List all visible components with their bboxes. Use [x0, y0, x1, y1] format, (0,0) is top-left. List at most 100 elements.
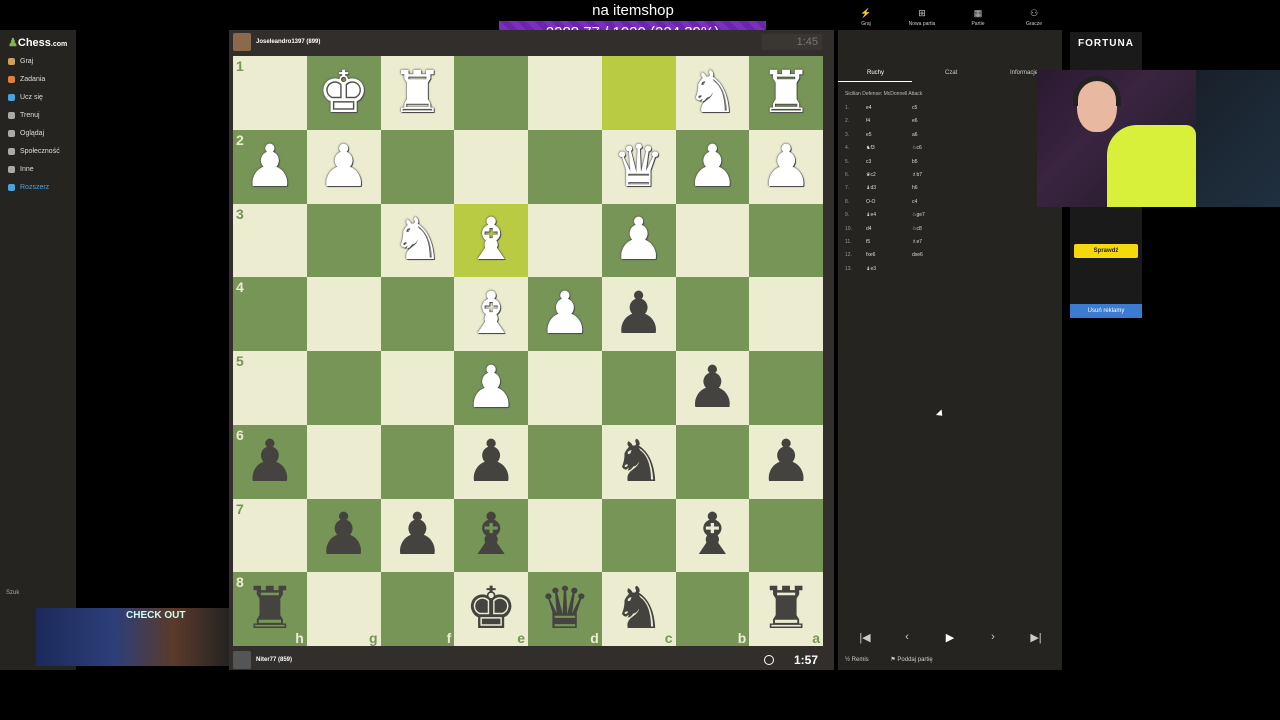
board-square[interactable]: e ♚ [454, 572, 528, 646]
play-icon[interactable]: ▶ [935, 631, 965, 647]
black-pawn-icon[interactable]: ♟ [613, 285, 665, 343]
board-square[interactable]: ♝ [454, 498, 528, 573]
black-move[interactable]: c4 [912, 199, 917, 205]
black-rook-icon[interactable]: ♜ [760, 580, 812, 638]
white-pawn-icon[interactable]: ♟ [244, 137, 296, 196]
board-square[interactable]: ♛ [601, 129, 676, 204]
black-pawn-icon[interactable]: ♟ [760, 432, 812, 491]
white-move[interactable]: d4 [866, 226, 872, 232]
board-square[interactable]: ♞ [601, 424, 676, 499]
board-square[interactable]: 7 [233, 498, 307, 573]
white-move[interactable]: ♝e4 [866, 212, 876, 218]
black-pawn-icon[interactable]: ♟ [244, 432, 296, 491]
avatar[interactable] [233, 33, 251, 51]
white-move[interactable]: e4 [866, 105, 872, 111]
white-pawn-icon[interactable]: ♟ [686, 137, 738, 196]
board-square[interactable] [380, 351, 455, 425]
black-move[interactable]: a6 [912, 132, 918, 138]
sidebar-item-3[interactable]: Trenuj [8, 112, 40, 119]
board-square[interactable] [306, 424, 381, 499]
tab-2[interactable]: Informacje [1010, 70, 1038, 76]
board-square[interactable]: ♟ [306, 498, 381, 573]
top-nav-lightning[interactable]: ⚡ Graj [846, 8, 886, 27]
first-move-icon[interactable]: |◀ [850, 631, 880, 647]
previous-move-icon[interactable]: ‹ [892, 631, 922, 647]
board-square[interactable]: ♜ [749, 56, 823, 130]
board-square[interactable] [749, 203, 823, 278]
black-move[interactable]: dxe6 [912, 252, 923, 258]
black-move[interactable]: e6 [912, 118, 918, 124]
tab-1[interactable]: Czat [945, 70, 957, 76]
white-move[interactable]: ♛c2 [866, 172, 876, 178]
search-field[interactable]: Szuk [6, 590, 19, 596]
board-square[interactable]: ♟ [601, 277, 676, 351]
black-move[interactable]: b5 [912, 159, 918, 165]
board-square[interactable] [749, 498, 823, 573]
black-move[interactable]: ♘ge7 [912, 212, 925, 218]
top-nav-players[interactable]: ⚇ Gracze [1014, 8, 1054, 27]
board-square[interactable]: 5 [233, 351, 307, 425]
top-nav-grid[interactable]: ▦ Partie [958, 8, 998, 27]
board-square[interactable]: 8 h ♜ [233, 572, 307, 646]
ad-check-button[interactable]: Sprawdź [1074, 244, 1138, 258]
white-move[interactable]: ♝e3 [866, 266, 876, 272]
board-square[interactable] [454, 129, 528, 204]
black-queen-icon[interactable]: ♛ [539, 580, 591, 638]
board-square[interactable]: ♟ [454, 351, 528, 425]
board-square[interactable]: 3 [233, 203, 307, 278]
board-square[interactable]: 4 [233, 277, 307, 351]
white-rook-icon[interactable]: ♜ [391, 63, 443, 122]
white-move[interactable]: ♝d3 [866, 185, 876, 191]
board-square[interactable]: ♟ [528, 277, 602, 351]
board-square[interactable]: ♟ [601, 203, 676, 278]
black-knight-icon[interactable]: ♞ [613, 432, 665, 491]
black-bishop-icon[interactable]: ♝ [465, 506, 517, 564]
board-square[interactable] [749, 277, 823, 351]
board-square[interactable]: ♜ [380, 56, 455, 130]
board-square[interactable] [528, 129, 602, 204]
white-pawn-icon[interactable]: ♟ [539, 285, 591, 343]
black-move[interactable]: c5 [912, 105, 917, 111]
board-square[interactable] [454, 56, 528, 130]
board-square[interactable]: b [675, 572, 750, 646]
board-square[interactable] [528, 351, 602, 425]
chess-logo[interactable]: ♟Chess.com [8, 36, 67, 49]
board-square[interactable] [749, 351, 823, 425]
white-move[interactable]: ♞f3 [866, 145, 875, 151]
black-pawn-icon[interactable]: ♟ [686, 358, 738, 417]
sidebar-item-4[interactable]: Oglądaj [8, 130, 44, 137]
board-square[interactable]: ♟ [749, 424, 823, 499]
white-pawn-icon[interactable]: ♟ [760, 137, 812, 196]
white-king-icon[interactable]: ♚ [318, 63, 370, 122]
white-move[interactable]: e5 [866, 132, 872, 138]
board-square[interactable]: ♝ [675, 498, 750, 573]
chess-board[interactable]: 1 ♚ ♜ ♞ ♜ 2 ♟ ♟ ♛ ♟ ♟ 3 ♞ ♝ ♟ 4 ♝ ♟ ♟ 5 ♟ ♟ 6 ♟ ♟ ♞ ♟ 7 ♟ ♟ ♝ ♝ 8 h ♜ g f e ♚ d… [233, 56, 823, 646]
bottom-player-name[interactable]: Niter77 (859) [256, 657, 292, 663]
sidebar-item-5[interactable]: Społeczność [8, 148, 60, 155]
board-square[interactable]: ♞ [675, 56, 750, 130]
white-move[interactable]: O-O [866, 199, 875, 205]
white-move[interactable]: f4 [866, 118, 870, 124]
board-square[interactable]: ♞ [380, 203, 455, 278]
avatar[interactable] [233, 651, 251, 669]
black-pawn-icon[interactable]: ♟ [465, 432, 517, 491]
board-square[interactable]: c ♞ [601, 572, 676, 646]
top-nav-plus[interactable]: ⊞ Nowa partia [902, 8, 942, 27]
board-square[interactable]: ♟ [749, 129, 823, 204]
board-square[interactable] [528, 498, 602, 573]
board-square[interactable]: ♝ [454, 203, 528, 278]
board-square[interactable] [380, 424, 455, 499]
last-move-icon[interactable]: ▶| [1021, 631, 1051, 647]
black-move[interactable]: h6 [912, 185, 918, 191]
next-move-icon[interactable]: › [978, 631, 1008, 647]
white-move[interactable]: fxe6 [866, 252, 875, 258]
board-square[interactable] [675, 203, 750, 278]
black-pawn-icon[interactable]: ♟ [391, 506, 443, 564]
black-rook-icon[interactable]: ♜ [244, 580, 296, 638]
black-bishop-icon[interactable]: ♝ [686, 506, 738, 564]
board-square[interactable]: ♚ [306, 56, 381, 130]
sidebar-item-7[interactable]: Rozszerz [8, 184, 49, 191]
board-square[interactable] [306, 203, 381, 278]
black-move[interactable]: ♘c6 [912, 145, 922, 151]
board-square[interactable] [380, 277, 455, 351]
